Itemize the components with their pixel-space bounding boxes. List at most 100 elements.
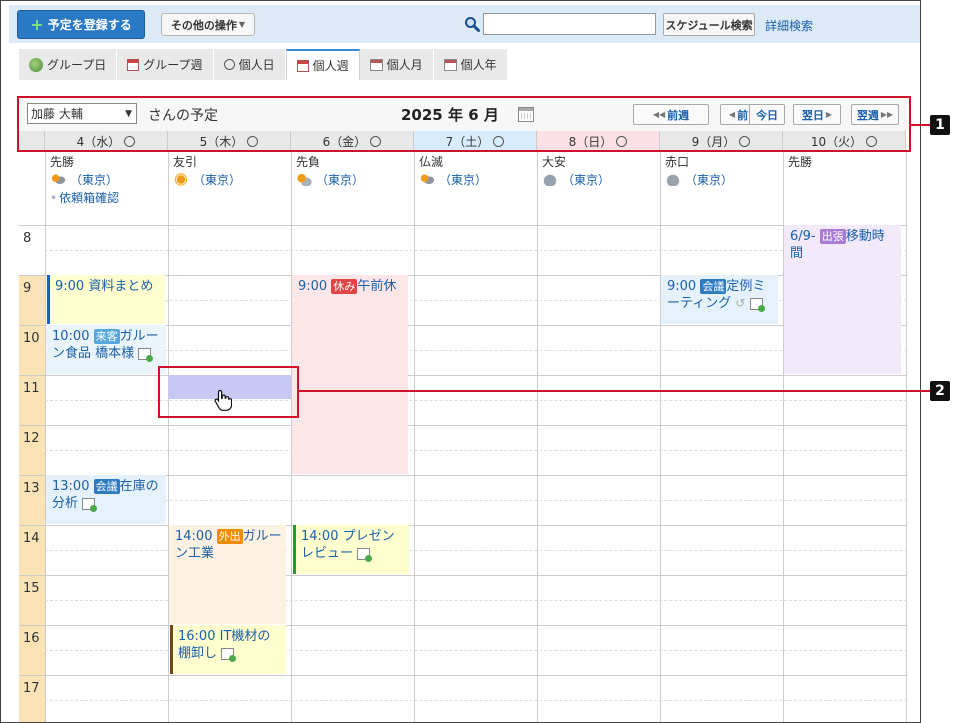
allday-cell[interactable]: 赤口 （東京） — [661, 151, 784, 225]
allday-cell[interactable]: 友引 （東京） — [169, 151, 292, 225]
event-time: 9:00 — [298, 279, 328, 294]
column-divider — [537, 151, 538, 722]
event-badge: 来客 — [93, 329, 120, 344]
tab-personal-week[interactable]: 個人週 — [285, 49, 360, 80]
view-tabs: グループ日 グループ週 個人日 個人週 個人月 個人年 — [19, 49, 508, 80]
event-badge: 出張 — [819, 229, 846, 244]
event-item[interactable]: 9:00 資料まとめ — [47, 275, 165, 324]
event-time: 9:00 — [55, 279, 85, 294]
sun-cloud-icon — [296, 173, 312, 186]
event-item[interactable]: 10:00 来客 ガルーン食品 橋本様 — [46, 325, 166, 374]
schedule-search-button[interactable]: スケジュール検索 — [663, 13, 755, 36]
tab-label: 個人月 — [386, 58, 423, 72]
tab-label: グループ週 — [143, 58, 203, 72]
hour-label: 10 — [19, 325, 45, 375]
callout-number-1: 1 — [930, 115, 950, 135]
weather-info[interactable]: （東京） — [173, 171, 288, 188]
half-hour-divider — [45, 500, 907, 501]
advanced-search-link[interactable]: 詳細検索 — [765, 17, 813, 34]
weather-location: （東京） — [439, 173, 488, 187]
tab-personal-year[interactable]: 個人年 — [433, 49, 508, 80]
tab-personal-month[interactable]: 個人月 — [359, 49, 434, 80]
allday-cell[interactable]: 先負 （東京） — [292, 151, 415, 225]
plus-icon: + — [30, 14, 44, 34]
column-divider — [906, 151, 907, 722]
sun-icon — [173, 173, 189, 186]
event-item[interactable]: 13:00 会議 在庫の分析 — [46, 475, 166, 524]
event-item[interactable]: 6/9- 出張 移動時間 — [784, 225, 901, 374]
event-time: 16:00 — [178, 629, 216, 644]
hour-divider — [45, 475, 907, 476]
half-hour-divider — [45, 700, 907, 701]
rokuyo-label: 先勝 — [788, 155, 813, 169]
rokuyo-label: 大安 — [542, 155, 567, 169]
allday-cell[interactable]: 大安 （東京） — [538, 151, 661, 225]
tab-label: 個人週 — [312, 59, 349, 73]
tab-group-day[interactable]: グループ日 — [19, 49, 118, 80]
todo-item[interactable]: • 依頼箱確認 — [50, 189, 165, 206]
rokuyo-label: 仏滅 — [419, 155, 444, 169]
weather-info[interactable]: （東京） — [665, 171, 780, 188]
column-divider — [660, 151, 661, 722]
register-schedule-label: 予定を登録する — [47, 18, 132, 32]
other-operations-label: その他の操作 — [170, 18, 237, 32]
callout-box-1 — [17, 96, 911, 152]
caret-down-icon: ▼ — [238, 20, 246, 29]
event-time: 9:00 — [667, 279, 697, 294]
hour-divider — [45, 675, 907, 676]
event-item[interactable]: 9:00 休み 午前休 — [292, 275, 408, 474]
hour-divider — [45, 225, 907, 226]
event-badge: 会議 — [700, 279, 727, 294]
allday-cell[interactable]: 先勝 （東京） • 依頼箱確認 — [46, 151, 169, 225]
allday-cell[interactable]: 先勝 — [784, 151, 907, 225]
cloud-icon — [665, 173, 681, 186]
cloud-icon — [542, 173, 558, 186]
hour-label: 12 — [19, 425, 45, 475]
tab-group-week[interactable]: グループ週 — [117, 49, 214, 80]
weather-info[interactable]: （東京） — [50, 171, 165, 188]
column-divider — [414, 151, 415, 722]
search-icon — [465, 17, 480, 32]
rokuyo-label: 先負 — [296, 155, 321, 169]
hour-divider — [45, 425, 907, 426]
hour-label: 16 — [19, 625, 45, 675]
rokuyo-label: 友引 — [173, 155, 198, 169]
memo-icon — [749, 297, 765, 312]
event-item[interactable]: 14:00 外出 ガルーン工業 — [169, 525, 286, 624]
event-title: 資料まとめ — [88, 279, 154, 294]
hour-label: 14 — [19, 525, 45, 575]
calendar-year-icon — [443, 58, 457, 71]
repeat-icon: ↺ — [735, 296, 746, 310]
hour-label: 9 — [19, 275, 45, 325]
event-badge: 休み — [331, 279, 358, 294]
column-divider — [45, 151, 46, 722]
register-schedule-button[interactable]: + 予定を登録する — [17, 10, 145, 39]
weather-location: （東京） — [685, 173, 734, 187]
event-item[interactable]: 9:00 会議 定例ミーティング ↺ — [661, 275, 778, 324]
other-operations-button[interactable]: その他の操作 ▼ — [161, 13, 255, 36]
tab-personal-day[interactable]: 個人日 — [213, 49, 286, 80]
event-title: 午前休 — [357, 279, 397, 294]
weather-info[interactable]: （東京） — [542, 171, 657, 188]
callout-line-1 — [910, 124, 930, 126]
hour-label: 15 — [19, 575, 45, 625]
half-hour-divider — [45, 450, 907, 451]
event-item[interactable]: 14:00 プレゼンレビュー — [293, 525, 409, 574]
weather-location: （東京） — [70, 173, 119, 187]
bullet-icon: • — [50, 191, 58, 205]
hour-label: 13 — [19, 475, 45, 525]
weather-info[interactable]: （東京） — [419, 171, 534, 188]
group-week-icon — [127, 58, 140, 71]
weather-info[interactable]: （東京） — [296, 171, 411, 188]
tab-label: 個人年 — [460, 58, 497, 72]
schedule-search-input[interactable] — [483, 13, 656, 35]
event-time: 13:00 — [52, 479, 90, 494]
hour-label: 11 — [19, 375, 45, 425]
event-time: 6/9- — [790, 229, 816, 244]
allday-cell[interactable]: 仏滅 （東京） — [415, 151, 538, 225]
rokuyo-label: 先勝 — [50, 155, 75, 169]
event-item[interactable]: 16:00 IT機材の棚卸し — [170, 625, 286, 674]
rokuyo-label: 赤口 — [665, 155, 690, 169]
memo-icon — [221, 647, 237, 662]
callout-line-2 — [298, 390, 930, 392]
